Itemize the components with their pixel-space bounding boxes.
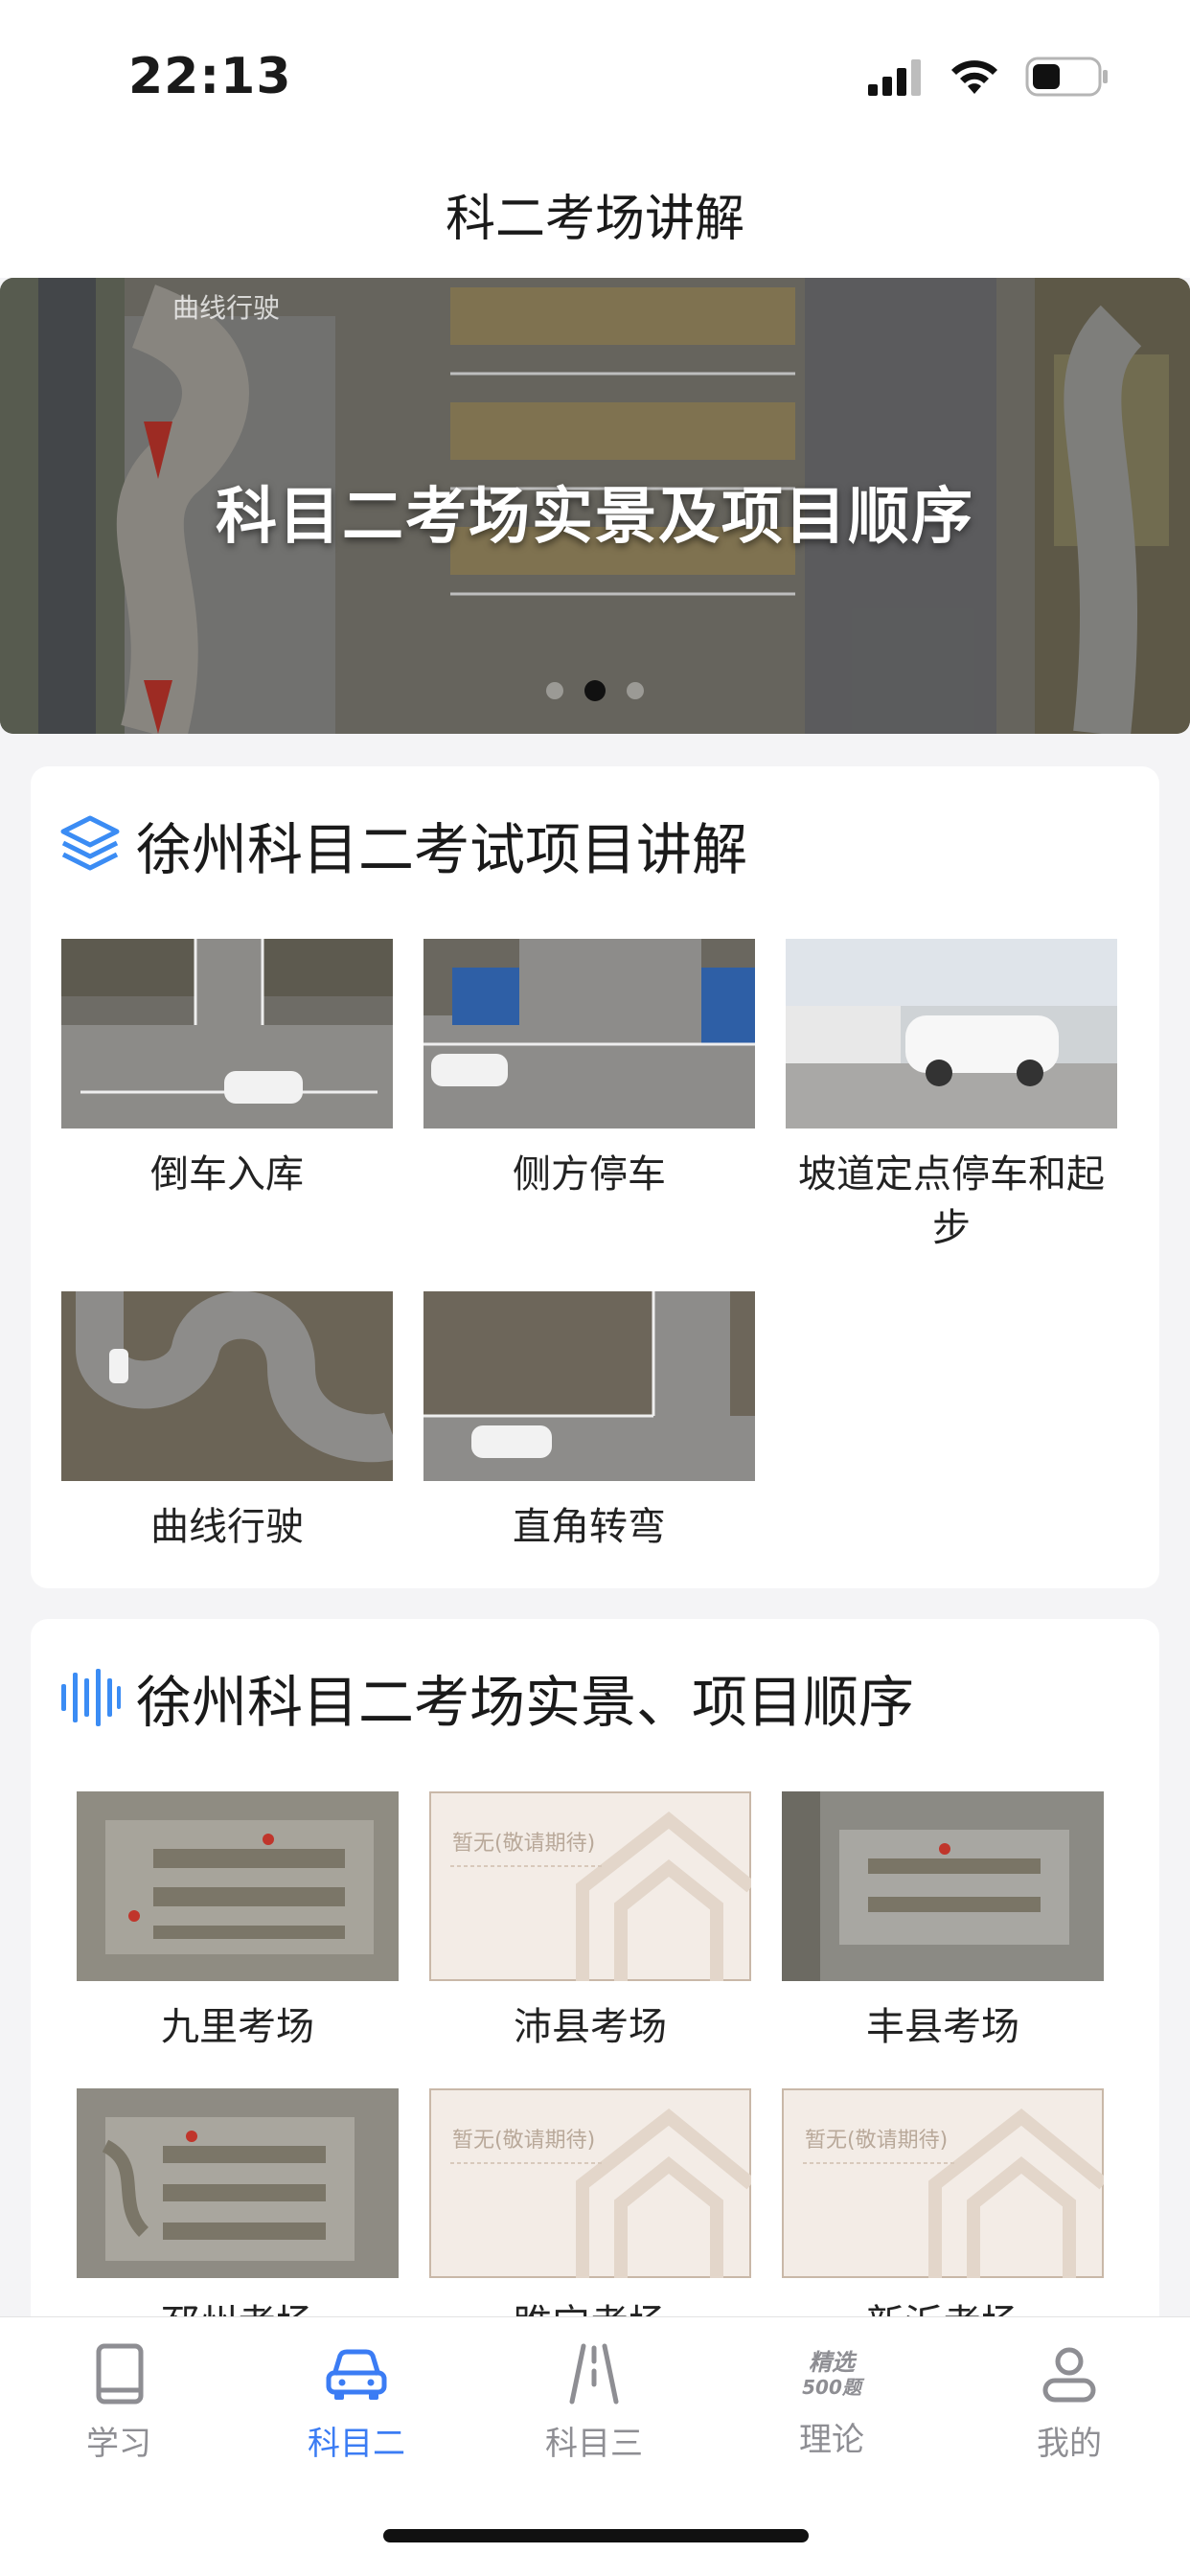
tab-study[interactable]: 学习 bbox=[0, 2340, 238, 2464]
placeholder-text: 暂无(敬请期待) bbox=[452, 2129, 596, 2153]
status-time: 22:13 bbox=[128, 48, 292, 105]
exam-item-parallel-parking[interactable]: 侧方停车 bbox=[423, 939, 755, 1201]
banner-carousel[interactable]: 曲线行驶 科目二考场实景及项目顺序 bbox=[0, 278, 1190, 734]
exam-item-curve-driving[interactable]: 曲线行驶 bbox=[61, 1291, 393, 1554]
curve-driving-image bbox=[61, 1291, 393, 1481]
carousel-dot[interactable] bbox=[627, 682, 644, 699]
layers-icon bbox=[60, 815, 120, 871]
venue-fengxian[interactable]: 丰县考场 bbox=[782, 1791, 1104, 2054]
pizhou-venue-image bbox=[77, 2088, 399, 2278]
badge-line1: 精选 bbox=[809, 2349, 855, 2376]
soundwave-icon bbox=[61, 1669, 121, 1726]
carousel-dot[interactable] bbox=[546, 682, 563, 699]
wifi-icon bbox=[951, 60, 997, 94]
status-bar: 22:13 bbox=[0, 0, 1190, 144]
banner-title: 科目二考场实景及项目顺序 bbox=[216, 482, 974, 553]
tab-subject-two[interactable]: 科目二 bbox=[238, 2340, 475, 2464]
item-label: 侧方停车 bbox=[513, 1152, 666, 1197]
placeholder-image bbox=[429, 1791, 751, 1981]
venues-card: 徐州科目二考场实景、项目顺序 九里考场 暂无(敬请期待) 沛县考场 丰县考场 暂… bbox=[31, 1619, 1159, 2347]
page-title: 科二考场讲解 bbox=[445, 191, 744, 248]
venue-pizhou[interactable]: 邳州考场 bbox=[77, 2088, 399, 2351]
profile-icon bbox=[1042, 2347, 1096, 2403]
placeholder-text: 暂无(敬请期待) bbox=[452, 1832, 596, 1856]
venue-suining[interactable]: 暂无(敬请期待) 睢宁考场 bbox=[429, 2088, 751, 2351]
fengxian-venue-image bbox=[782, 1791, 1104, 1981]
carousel-dot-active[interactable] bbox=[584, 680, 606, 701]
hill-start-image bbox=[786, 939, 1117, 1128]
tab-label: 科目二 bbox=[308, 2425, 405, 2463]
exam-items-title: 徐州科目二考试项目讲解 bbox=[136, 817, 748, 882]
placeholder-image bbox=[429, 2088, 751, 2278]
venues-header: 徐州科目二考场实景、项目顺序 bbox=[57, 1657, 914, 1738]
car-icon bbox=[326, 2349, 387, 2400]
home-indicator[interactable] bbox=[383, 2529, 809, 2542]
parallel-parking-image bbox=[423, 939, 755, 1128]
venue-label: 九里考场 bbox=[161, 2005, 314, 2049]
tab-label: 科目三 bbox=[545, 2425, 643, 2463]
placeholder-text: 暂无(敬请期待) bbox=[805, 2129, 949, 2153]
venue-jiuli[interactable]: 九里考场 bbox=[77, 1791, 399, 2054]
tab-subject-three[interactable]: 科目三 bbox=[475, 2340, 713, 2464]
venues-title: 徐州科目二考场实景、项目顺序 bbox=[136, 1670, 915, 1735]
item-label: 曲线行驶 bbox=[150, 1505, 304, 1549]
tab-label: 理论 bbox=[799, 2421, 864, 2459]
item-label: 坡道定点停车和起步 bbox=[798, 1152, 1105, 1250]
exam-items-header: 徐州科目二考试项目讲解 bbox=[57, 805, 747, 885]
road-icon bbox=[569, 2343, 619, 2405]
exam-items-card: 徐州科目二考试项目讲解 倒车入库 侧方停车 坡道定点停车和起步 曲线行驶 直角转… bbox=[31, 766, 1159, 1588]
badge-line2: 500题 bbox=[802, 2376, 861, 2399]
battery-icon bbox=[1025, 57, 1108, 97]
tab-theory[interactable]: 精选 500题 理论 bbox=[713, 2340, 950, 2460]
book-icon bbox=[96, 2343, 144, 2405]
exam-item-hill-start[interactable]: 坡道定点停车和起步 bbox=[786, 939, 1117, 1255]
nav-bar: 科二考场讲解 bbox=[0, 144, 1190, 278]
exam-item-right-angle-turn[interactable]: 直角转弯 bbox=[423, 1291, 755, 1554]
tab-label: 我的 bbox=[1037, 2425, 1102, 2463]
placeholder-image bbox=[782, 2088, 1104, 2278]
item-label: 直角转弯 bbox=[513, 1505, 666, 1549]
venue-label: 丰县考场 bbox=[866, 2005, 1019, 2049]
jiuli-venue-image bbox=[77, 1791, 399, 1981]
tab-mine[interactable]: 我的 bbox=[950, 2340, 1188, 2464]
venue-peixian[interactable]: 暂无(敬请期待) 沛县考场 bbox=[429, 1791, 751, 2054]
tab-label: 学习 bbox=[86, 2425, 151, 2463]
venue-xinyi[interactable]: 暂无(敬请期待) 新沂考场 bbox=[782, 2088, 1104, 2351]
right-angle-turn-image bbox=[423, 1291, 755, 1481]
question-bank-icon: 精选 500题 bbox=[713, 2340, 950, 2407]
status-icons bbox=[868, 54, 1110, 100]
cellular-signal-icon bbox=[868, 59, 921, 96]
venue-label: 沛县考场 bbox=[514, 2005, 667, 2049]
item-label: 倒车入库 bbox=[150, 1152, 304, 1197]
carousel-dots bbox=[0, 680, 1190, 701]
exam-item-reverse-parking[interactable]: 倒车入库 bbox=[61, 939, 393, 1201]
banner-watermark: 曲线行驶 bbox=[172, 292, 281, 324]
reverse-parking-image bbox=[61, 939, 393, 1128]
